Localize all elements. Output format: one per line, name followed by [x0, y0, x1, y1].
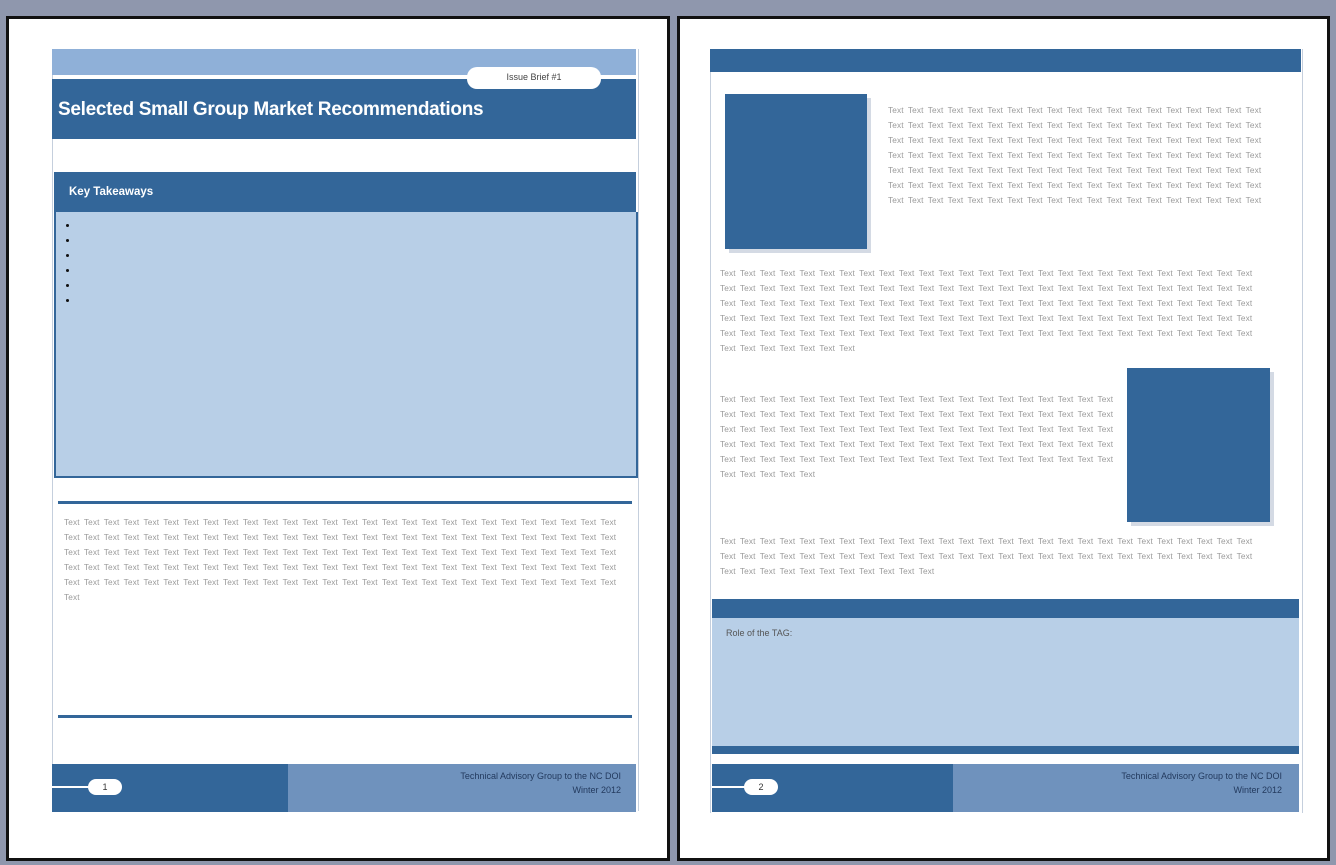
footer-season: Winter 2012 [1233, 785, 1282, 795]
takeaway-bullet [66, 284, 69, 287]
footer-text: Technical Advisory Group to the NC DOI W… [970, 769, 1282, 797]
text-block-3: Text Text Text Text Text Text Text Text … [720, 394, 1114, 479]
footer-season: Winter 2012 [572, 785, 621, 795]
footer-text: Technical Advisory Group to the NC DOI W… [309, 769, 621, 797]
text-block-1: Text Text Text Text Text Text Text Text … [888, 105, 1262, 205]
text-block-2: Text Text Text Text Text Text Text Text … [720, 268, 1253, 353]
takeaways-heading: Key Takeaways [69, 186, 154, 198]
document-title: Selected Small Group Market Recommendati… [58, 99, 484, 120]
role-label: Role of the TAG: [726, 628, 793, 638]
takeaways-box [54, 212, 638, 478]
footer-org: Technical Advisory Group to the NC DOI [460, 771, 621, 781]
footer-org: Technical Advisory Group to the NC DOI [1121, 771, 1282, 781]
text-block-4: Text Text Text Text Text Text Text Text … [720, 536, 1253, 576]
takeaway-bullet [66, 239, 69, 242]
image-placeholder-2 [1127, 368, 1270, 522]
takeaways-header: Key Takeaways [54, 172, 636, 212]
image-placeholder-1 [725, 94, 867, 249]
page-number: 1 [88, 779, 122, 795]
takeaways-list [66, 224, 69, 314]
takeaway-bullet [66, 269, 69, 272]
takeaway-bullet [66, 254, 69, 257]
page-2: Text Text Text Text Text Text Text Text … [677, 16, 1330, 861]
divider-top [58, 501, 632, 504]
issue-label: Issue Brief #1 [506, 72, 562, 82]
takeaway-bullet [66, 224, 69, 227]
page-number: 2 [744, 779, 778, 795]
issue-label-pill: Issue Brief #1 [467, 67, 601, 89]
page-2-header-band [710, 49, 1301, 72]
role-box: Role of the TAG: [712, 618, 1299, 746]
role-box-header [712, 599, 1299, 618]
body-text: Text Text Text Text Text Text Text Text … [64, 517, 617, 602]
divider-bottom [58, 715, 632, 718]
takeaway-bullet [66, 299, 69, 302]
role-box-footer [712, 746, 1299, 754]
page-1: Issue Brief #1 Selected Small Group Mark… [6, 16, 670, 861]
